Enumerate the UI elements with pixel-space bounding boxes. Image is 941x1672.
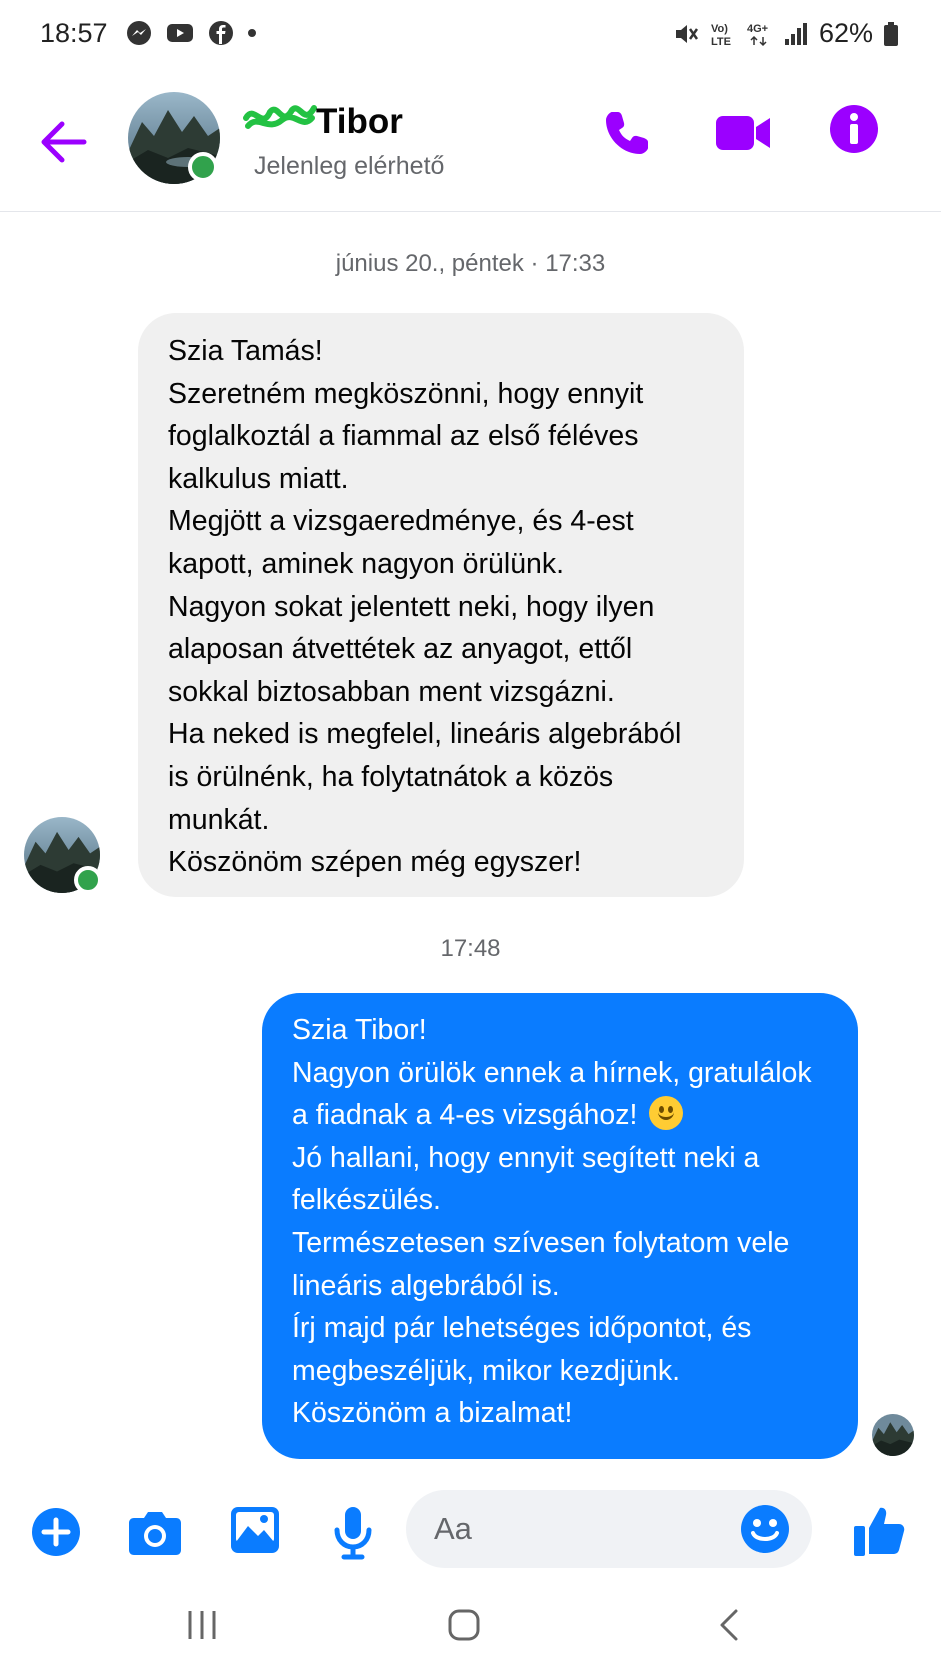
message-line: is örülnénk, ha folytatnátok a közös: [168, 760, 614, 793]
contact-status: Jelenleg elérhető: [254, 152, 445, 180]
message-line: Megjött a vizsgaeredménye, és 4-est: [168, 505, 634, 538]
message-line: munkát.: [168, 803, 270, 836]
svg-text:Vo): Vo): [711, 23, 728, 35]
4g-icon: 4G+: [747, 23, 768, 46]
recent-apps-icon[interactable]: [186, 1608, 218, 1642]
outgoing-message-bubble[interactable]: Szia Tibor! Nagyon örülök ennek a hírnek…: [262, 993, 858, 1459]
notification-icons: [126, 20, 256, 46]
message-line: Szeretném megköszönni, hogy ennyit: [168, 377, 644, 410]
phone-icon[interactable]: [602, 108, 652, 158]
mute-icon: [675, 24, 698, 43]
thumbs-up-icon[interactable]: [852, 1504, 906, 1558]
chat-header: Tibor Jelenleg elérhető: [0, 72, 941, 212]
facebook-icon: [209, 21, 233, 45]
volte-icon: Vo)LTE: [711, 23, 731, 48]
message-line: Köszönöm szépen még egyszer!: [168, 846, 582, 879]
message-line: megbeszéljük, mikor kezdjünk.: [292, 1354, 681, 1387]
gallery-icon[interactable]: [230, 1506, 280, 1554]
microphone-icon[interactable]: [334, 1506, 372, 1560]
back-nav-icon[interactable]: [716, 1608, 742, 1642]
incoming-message-bubble[interactable]: Szia Tamás! Szeretném megköszönni, hogy …: [138, 313, 744, 897]
dot-icon: [248, 29, 256, 37]
back-arrow-icon[interactable]: [38, 118, 88, 166]
message-line: sokkal biztosabban ment vizsgázni.: [168, 675, 615, 708]
message-line: Jó hallani, hogy ennyit segített neki a: [292, 1141, 760, 1174]
message-line: felkészülés.: [292, 1184, 441, 1217]
message-line: Szia Tamás!: [168, 335, 323, 367]
svg-text:4G+: 4G+: [747, 23, 768, 35]
status-bar: 18:57 Vo) LTE 4G+ 62%: [0, 0, 941, 72]
messenger-icon: [127, 21, 151, 45]
contact-name[interactable]: Tibor: [316, 102, 403, 142]
message-line: kapott, aminek nagyon örülünk.: [168, 547, 565, 580]
online-indicator: [188, 152, 218, 182]
message-line: Nagyon örülök ennek a hírnek, gratulálok: [292, 1056, 812, 1089]
message-input[interactable]: Aa: [406, 1490, 812, 1568]
online-indicator: [74, 866, 102, 894]
video-icon[interactable]: [714, 112, 772, 154]
system-icons: Vo) LTE 4G+ 62%: [673, 18, 899, 49]
svg-text:LTE: LTE: [711, 36, 731, 48]
redaction-scribble: [243, 105, 317, 129]
message-line: alaposan átvettétek az anyagot, ettől: [168, 633, 633, 666]
battery-percent: 62%: [818, 18, 873, 48]
message-line: Ha neked is megfelel, lineáris algebrábó…: [168, 718, 682, 751]
message-composer: Aa: [0, 1480, 941, 1580]
message-line: Írj majd pár lehetséges időpontot, és: [292, 1312, 752, 1345]
message-line: foglalkoztál a fiammal az első féléves: [168, 420, 639, 453]
message-line: lineáris algebrából is.: [292, 1269, 560, 1302]
message-line-text: a fiadnak a 4-es vizsgához!: [292, 1099, 638, 1132]
message-line: a fiadnak a 4-es vizsgához!: [292, 1094, 828, 1137]
home-icon[interactable]: [448, 1608, 480, 1642]
battery-icon: [884, 21, 898, 46]
message-timestamp: június 20., péntek · 17:33: [335, 250, 606, 277]
message-line: Köszönöm a bizalmat!: [292, 1397, 573, 1430]
seen-receipt-avatar: [872, 1414, 914, 1456]
camera-icon[interactable]: [128, 1508, 182, 1556]
message-line: Nagyon sokat jelentett neki, hogy ilyen: [168, 590, 655, 623]
message-line: kalkulus miatt.: [168, 462, 349, 495]
info-icon[interactable]: [829, 104, 879, 154]
smiley-emoji-icon: [649, 1096, 684, 1131]
youtube-icon: [167, 24, 193, 42]
android-navigation-bar: [0, 1590, 941, 1672]
status-time: 18:57: [40, 18, 108, 48]
message-timestamp: 17:48: [440, 935, 501, 962]
emoji-icon[interactable]: [740, 1504, 790, 1554]
message-line: Szia Tibor!: [292, 1014, 427, 1046]
message-line: Természetesen szívesen folytatom vele: [292, 1226, 790, 1259]
plus-icon[interactable]: [30, 1506, 82, 1558]
signal-icon: [784, 22, 807, 45]
message-input-placeholder: Aa: [434, 1511, 472, 1546]
